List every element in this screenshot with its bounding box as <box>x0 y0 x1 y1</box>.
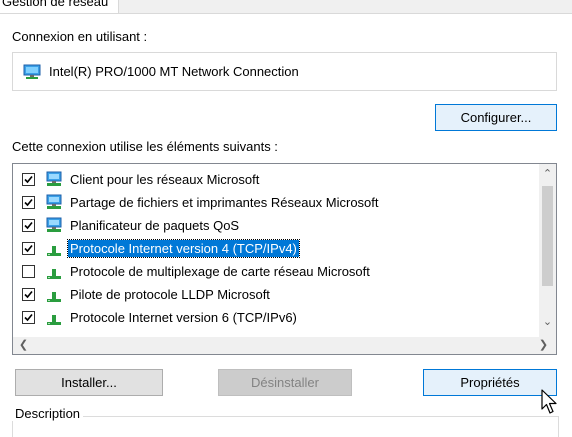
components-list[interactable]: Client pour les réseaux Microsoft Partag… <box>12 163 557 355</box>
list-item-label: Protocole Internet version 4 (TCP/IPv4) <box>67 239 300 258</box>
properties-button[interactable]: Propriétés <box>423 369 557 396</box>
adapter-box: Intel(R) PRO/1000 MT Network Connection <box>12 52 557 91</box>
install-button[interactable]: Installer... <box>15 369 163 396</box>
list-item[interactable]: Protocole de multiplexage de carte résea… <box>13 260 539 284</box>
checkbox-qos[interactable] <box>22 219 35 232</box>
list-item[interactable]: Protocole Internet version 6 (TCP/IPv6) <box>13 306 539 330</box>
list-item[interactable]: Pilote de protocole LLDP Microsoft <box>13 283 539 307</box>
qos-scheduler-icon <box>45 217 63 235</box>
checkbox-client[interactable] <box>22 173 35 186</box>
checkbox-ipv6[interactable] <box>22 311 35 324</box>
list-item[interactable]: Planificateur de paquets QoS <box>13 214 539 238</box>
tab-gestion-de-reseau[interactable]: Gestion de réseau <box>0 0 120 13</box>
list-item[interactable]: Partage de fichiers et imprimantes Résea… <box>13 191 539 215</box>
protocol-icon <box>45 286 63 304</box>
list-item-label: Client pour les réseaux Microsoft <box>70 172 260 187</box>
vertical-scroll-thumb[interactable] <box>542 186 553 286</box>
protocol-icon <box>45 263 63 281</box>
uninstall-button[interactable]: Désinstaller <box>218 369 352 396</box>
description-legend: Description <box>12 406 84 421</box>
protocol-icon <box>45 240 63 258</box>
list-item-label: Partage de fichiers et imprimantes Résea… <box>70 195 379 210</box>
scroll-up-icon[interactable]: ⌃ <box>539 166 556 183</box>
configure-button[interactable]: Configurer... <box>435 104 557 131</box>
list-item-label: Pilote de protocole LLDP Microsoft <box>70 287 270 302</box>
list-item[interactable]: Client pour les réseaux Microsoft <box>13 168 539 192</box>
checkbox-ipv4[interactable] <box>22 242 35 255</box>
connect-using-label: Connexion en utilisant : <box>12 29 148 44</box>
protocol-icon <box>45 309 63 327</box>
list-item[interactable]: Protocole Internet version 4 (TCP/IPv4) <box>13 237 539 261</box>
checkbox-multiplexor[interactable] <box>22 265 35 278</box>
list-item-label: Planificateur de paquets QoS <box>70 218 240 233</box>
adapter-name: Intel(R) PRO/1000 MT Network Connection <box>49 64 299 79</box>
scroll-down-icon[interactable]: ⌄ <box>539 314 556 331</box>
mouse-cursor-icon <box>540 389 562 417</box>
scroll-right-icon[interactable]: ❯ <box>535 337 552 354</box>
list-item-label: Protocole de multiplexage de carte résea… <box>70 264 370 279</box>
scroll-left-icon[interactable]: ❮ <box>15 337 32 354</box>
description-group <box>12 416 559 437</box>
horizontal-scrollbar[interactable]: ❮ ❯ <box>13 337 556 354</box>
list-item-label: Protocole Internet version 6 (TCP/IPv6) <box>70 310 297 325</box>
network-client-icon <box>45 171 63 189</box>
vertical-scrollbar[interactable]: ⌃ ⌄ <box>539 164 556 337</box>
file-printer-sharing-icon <box>45 194 63 212</box>
checkbox-lldp[interactable] <box>22 288 35 301</box>
checkbox-file-sharing[interactable] <box>22 196 35 209</box>
tab-panel-border <box>0 13 572 14</box>
network-adapter-icon <box>23 64 41 80</box>
components-label: Cette connexion utilise les éléments sui… <box>12 139 278 154</box>
